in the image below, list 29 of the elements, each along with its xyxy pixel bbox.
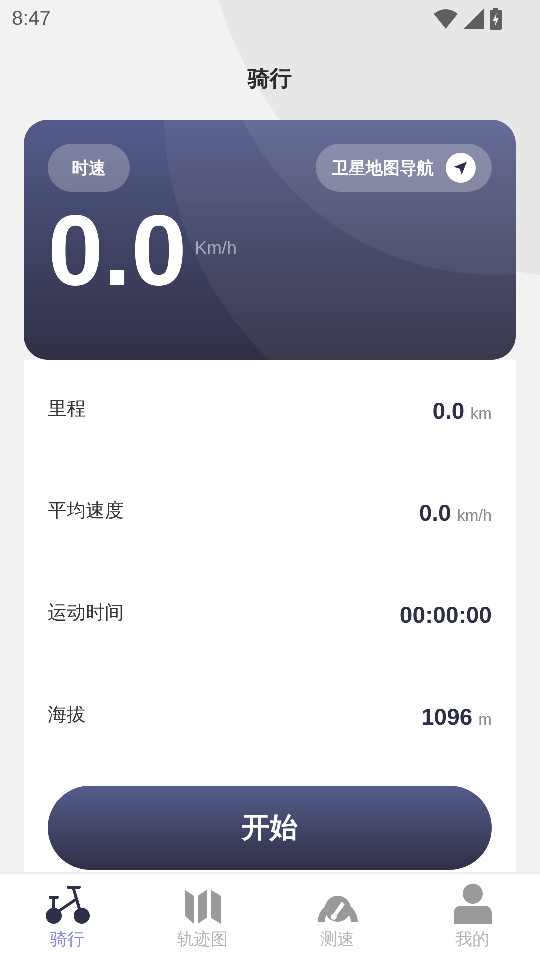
stat-value: 00:00:00 bbox=[400, 602, 492, 629]
speed-value: 0.0 bbox=[48, 206, 188, 296]
person-icon bbox=[454, 884, 492, 924]
speed-unit: Km/h bbox=[195, 238, 238, 259]
signal-icon bbox=[464, 9, 484, 29]
page-title: 骑行 bbox=[248, 66, 292, 94]
tab-label[interactable]: 我的 bbox=[456, 928, 490, 951]
stat-unit: m bbox=[478, 712, 492, 730]
stat-value: 0.0 bbox=[432, 398, 465, 425]
bicycle-icon bbox=[46, 886, 90, 924]
status-time: 8:47 bbox=[12, 8, 51, 30]
stat-label: 平均速度 bbox=[48, 499, 124, 524]
stat-value: 0.0 bbox=[419, 500, 452, 527]
stat-unit: km bbox=[470, 406, 492, 424]
battery-icon bbox=[490, 8, 502, 30]
stat-label: 里程 bbox=[48, 397, 86, 422]
tab-label[interactable]: 测速 bbox=[320, 928, 354, 951]
stat-unit: km/h bbox=[457, 508, 492, 526]
stat-label: 海拔 bbox=[48, 703, 86, 728]
map-navigation-button[interactable]: 卫星地图导航 bbox=[316, 144, 492, 192]
start-button[interactable]: 开始 bbox=[48, 786, 492, 870]
tab-label[interactable]: 骑行 bbox=[50, 928, 84, 951]
wifi-icon bbox=[434, 9, 458, 29]
send-icon bbox=[446, 153, 476, 183]
stat-label: 运动时间 bbox=[48, 601, 124, 626]
tab-label[interactable]: 轨迹图 bbox=[177, 928, 228, 951]
speed-mode-button[interactable]: 时速 bbox=[48, 144, 130, 192]
map-icon bbox=[184, 888, 220, 924]
stat-value: 1096 bbox=[422, 704, 473, 731]
